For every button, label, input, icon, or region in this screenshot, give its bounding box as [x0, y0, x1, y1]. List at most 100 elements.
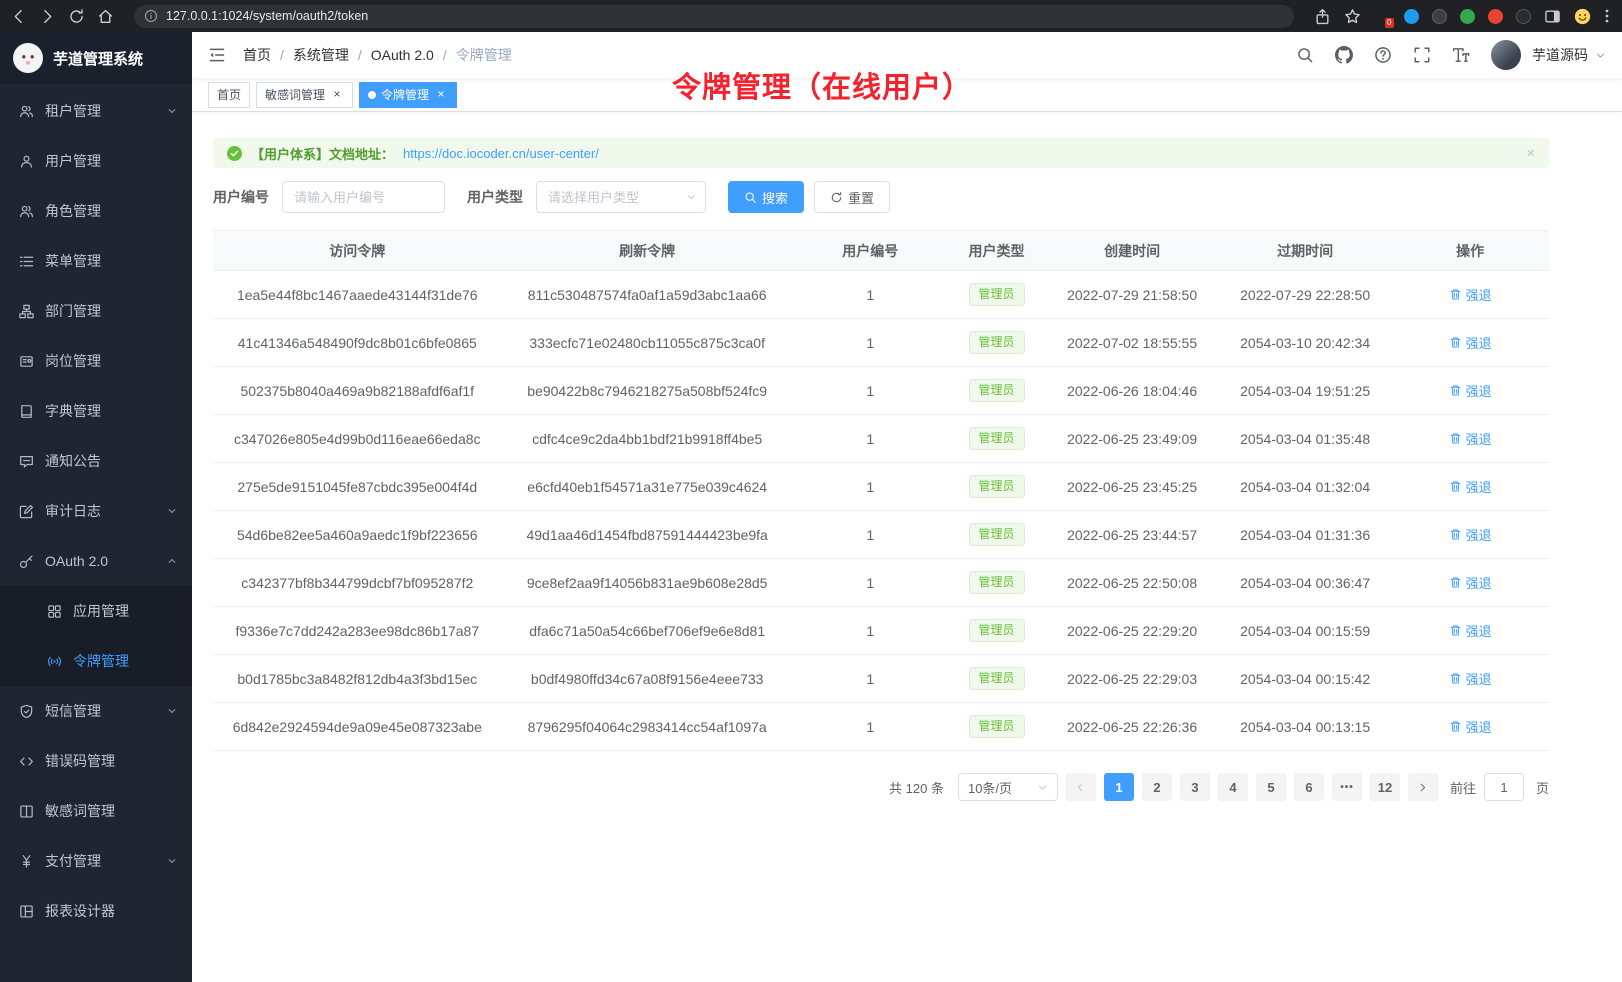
breadcrumb-item-oauth2[interactable]: OAuth 2.0 [371, 47, 434, 63]
sidebar-item-post[interactable]: 岗位管理 [0, 336, 192, 386]
create-time-cell: 2022-06-25 22:29:20 [1045, 607, 1219, 655]
table-row: 6d842e2924594de9a09e45e087323abe 8796295… [213, 703, 1549, 751]
user-type-cell: 管理员 [948, 511, 1046, 559]
doc-link[interactable]: https://doc.iocoder.cn/user-center/ [403, 146, 599, 161]
force-logout-button[interactable]: 强退 [1449, 621, 1492, 640]
extension-blue-icon[interactable] [1404, 9, 1419, 24]
goto-page-input[interactable] [1484, 773, 1524, 801]
tab-token[interactable]: 令牌管理 × [359, 82, 457, 108]
next-page-button[interactable] [1408, 773, 1438, 801]
force-logout-button[interactable]: 强退 [1449, 333, 1492, 352]
extension-adblock-icon[interactable]: 0 [1374, 8, 1391, 25]
active-tab-dot [368, 91, 376, 99]
page-button-6[interactable]: 6 [1294, 773, 1324, 801]
page-button-5[interactable]: 5 [1256, 773, 1286, 801]
sidebar-item-notice[interactable]: 通知公告 [0, 436, 192, 486]
user-avatar[interactable] [1491, 40, 1521, 70]
sidebar-item-oauth2-token[interactable]: 令牌管理 [0, 636, 192, 686]
extension-gray-icon[interactable] [1516, 9, 1531, 24]
action-cell: 强退 [1391, 271, 1549, 319]
force-logout-button[interactable]: 强退 [1449, 717, 1492, 736]
force-logout-button[interactable]: 强退 [1449, 669, 1492, 688]
close-icon[interactable]: × [330, 88, 344, 102]
sidebar-item-sensitive-word[interactable]: 敏感词管理 [0, 786, 192, 836]
col-user-id: 用户编号 [793, 231, 948, 271]
fullscreen-icon[interactable] [1413, 46, 1431, 64]
sidebar-item-oauth2[interactable]: OAuth 2.0 [0, 536, 192, 586]
force-logout-label: 强退 [1466, 621, 1492, 640]
access-token-cell: 502375b8040a469a9b82188afdf6af1f [213, 367, 502, 415]
action-cell: 强退 [1391, 655, 1549, 703]
search-button[interactable]: 搜索 [728, 181, 804, 213]
force-logout-button[interactable]: 强退 [1449, 429, 1492, 448]
bookmark-star-icon[interactable] [1344, 8, 1361, 25]
page-button-12[interactable]: 12 [1370, 773, 1400, 801]
sidebar-item-pay[interactable]: 支付管理 [0, 836, 192, 886]
sidebar-item-audit-log[interactable]: 审计日志 [0, 486, 192, 536]
breadcrumb-item-system[interactable]: 系统管理 [293, 45, 349, 65]
reset-button[interactable]: 重置 [814, 181, 890, 213]
home-icon[interactable] [97, 8, 114, 25]
sidebar-item-tenant[interactable]: 租户管理 [0, 86, 192, 136]
breadcrumb-item-home[interactable]: 首页 [243, 45, 271, 65]
sidebar-item-oauth2-app[interactable]: 应用管理 [0, 586, 192, 636]
user-type-select[interactable] [536, 181, 706, 213]
share-icon[interactable] [1314, 8, 1331, 25]
page-button-4[interactable]: 4 [1218, 773, 1248, 801]
refresh-icon[interactable] [68, 8, 85, 25]
username[interactable]: 芋道源码 [1532, 45, 1588, 65]
force-logout-button[interactable]: 强退 [1449, 285, 1492, 304]
sidebar-item-menu[interactable]: 菜单管理 [0, 236, 192, 286]
extension-red-icon[interactable] [1488, 9, 1503, 24]
extension-green-icon[interactable] [1460, 9, 1475, 24]
extension-dark-icon[interactable] [1432, 9, 1447, 24]
goto-label: 前往 [1450, 778, 1476, 797]
sidebar-item-label: 角色管理 [45, 201, 178, 221]
help-icon[interactable] [1374, 46, 1392, 64]
address-bar[interactable]: 127.0.0.1:1024/system/oauth2/token [134, 5, 1294, 28]
forward-icon[interactable] [39, 8, 56, 25]
doc-alert: 【用户体系】文档地址： https://doc.iocoder.cn/user-… [213, 138, 1549, 168]
search-icon[interactable] [1296, 46, 1314, 64]
force-logout-label: 强退 [1466, 573, 1492, 592]
page-button-1[interactable]: 1 [1104, 773, 1134, 801]
user-id-cell: 1 [793, 511, 948, 559]
access-token-cell: b0d1785bc3a8482f812db4a3f3bd15ec [213, 655, 502, 703]
more-vertical-icon[interactable] [1604, 8, 1610, 25]
refresh-token-cell: 9ce8ef2aa9f14056b831ae9b608e28d5 [502, 559, 793, 607]
refresh-token-cell: 811c530487574fa0af1a59d3abc1aa66 [502, 271, 793, 319]
user-id-input[interactable] [282, 181, 445, 213]
sidebar-item-error-code[interactable]: 错误码管理 [0, 736, 192, 786]
force-logout-button[interactable]: 强退 [1449, 573, 1492, 592]
menu-fold-icon[interactable] [208, 46, 226, 64]
sidebar-item-dict[interactable]: 字典管理 [0, 386, 192, 436]
profile-avatar-icon[interactable] [1574, 8, 1591, 25]
page-button-2[interactable]: 2 [1142, 773, 1172, 801]
sidebar-item-role[interactable]: 角色管理 [0, 186, 192, 236]
force-logout-button[interactable]: 强退 [1449, 477, 1492, 496]
info-icon[interactable] [144, 9, 158, 23]
tab-sensitive-word[interactable]: 敏感词管理 × [256, 82, 353, 108]
font-size-icon[interactable] [1452, 46, 1470, 64]
page-ellipsis-button[interactable]: ••• [1332, 773, 1362, 801]
force-logout-button[interactable]: 强退 [1449, 525, 1492, 544]
github-icon[interactable] [1335, 46, 1353, 64]
force-logout-button[interactable]: 强退 [1449, 381, 1492, 400]
tab-home[interactable]: 首页 [208, 82, 250, 108]
sidebar-item-report-designer[interactable]: 报表设计器 [0, 886, 192, 936]
user-type-select-input[interactable] [536, 181, 706, 213]
close-icon[interactable]: × [1526, 145, 1535, 162]
page-button-3[interactable]: 3 [1180, 773, 1210, 801]
delete-icon [1449, 624, 1462, 637]
page-size-select[interactable]: 10条/页 [958, 773, 1058, 801]
side-panel-icon[interactable] [1544, 8, 1561, 25]
sidebar-item-user[interactable]: 用户管理 [0, 136, 192, 186]
sidebar-item-dept[interactable]: 部门管理 [0, 286, 192, 336]
search-button-label: 搜索 [762, 188, 788, 207]
close-icon[interactable]: × [434, 88, 448, 102]
back-icon[interactable] [10, 8, 27, 25]
prev-page-button[interactable] [1066, 773, 1096, 801]
sidebar-item-sms[interactable]: 短信管理 [0, 686, 192, 736]
sidebar-item-label: 审计日志 [45, 501, 155, 521]
force-logout-label: 强退 [1466, 381, 1492, 400]
